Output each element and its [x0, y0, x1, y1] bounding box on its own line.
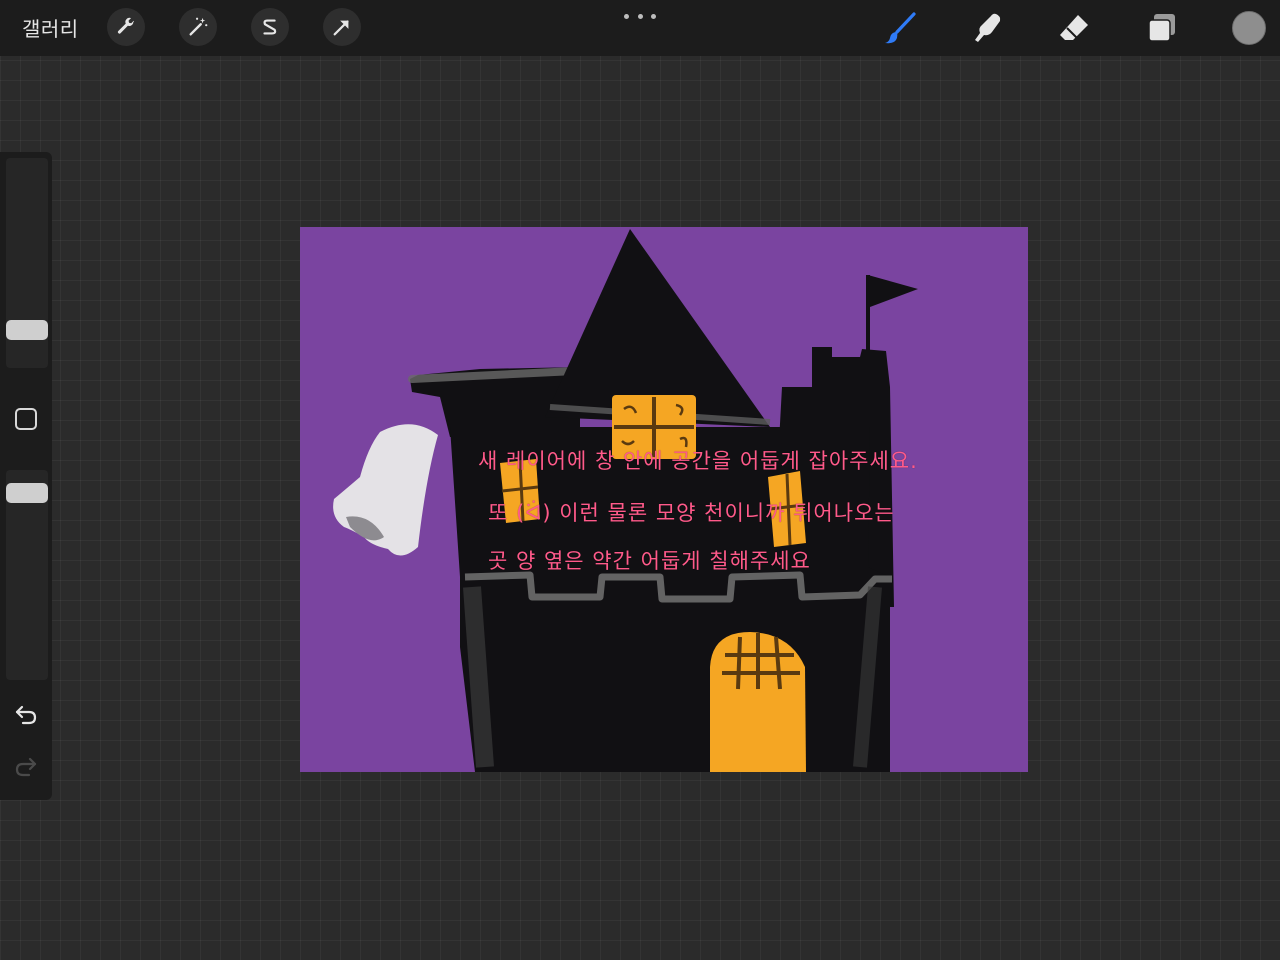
eraser-tool-button[interactable] [1056, 10, 1092, 46]
gallery-button[interactable]: 갤러리 [22, 13, 79, 42]
selection-s-icon [263, 19, 277, 35]
undo-icon[interactable] [13, 701, 39, 727]
drawing-canvas[interactable]: 새 레이어에 창 안에 공간을 어둡게 잡아주세요. 또 (ᐛ) 이런 물론 모… [300, 227, 1028, 772]
arrow-cursor-icon [333, 20, 349, 36]
transform-button[interactable] [323, 8, 361, 46]
brush-tool-button[interactable] [882, 10, 918, 46]
modify-button[interactable] [15, 408, 37, 430]
wrench-icon [117, 17, 134, 34]
redo-icon[interactable] [13, 753, 39, 779]
instruction-note-line-2: 또 (ᐛ) 이런 물론 모양 천이니까 튀어나오는 [488, 501, 895, 525]
more-options-button[interactable] [624, 12, 656, 20]
opacity-thumb[interactable] [6, 483, 48, 504]
adjustments-button[interactable] [179, 8, 217, 46]
selection-button[interactable] [251, 8, 289, 46]
brush-size-thumb[interactable] [6, 319, 48, 340]
instruction-note-line-1: 새 레이어에 창 안에 공간을 어둡게 잡아주세요. [478, 449, 918, 473]
layers-button[interactable] [1144, 10, 1180, 46]
brush-icon [885, 12, 916, 44]
smudge-tool-button[interactable] [969, 10, 1005, 46]
top-toolbar: 갤러리 [0, 0, 1280, 56]
smudge-finger-icon [975, 13, 1001, 42]
layers-icon [1148, 14, 1175, 42]
actions-button[interactable] [107, 8, 145, 46]
color-picker-button[interactable] [1232, 11, 1266, 45]
instruction-note-line-3: 곳 양 옆은 약간 어둡게 칠해주세요 [488, 549, 811, 573]
left-sidebar [0, 152, 52, 800]
eraser-icon [1060, 15, 1088, 40]
ellipsis-icon [624, 13, 629, 19]
magic-wand-icon [189, 17, 208, 36]
